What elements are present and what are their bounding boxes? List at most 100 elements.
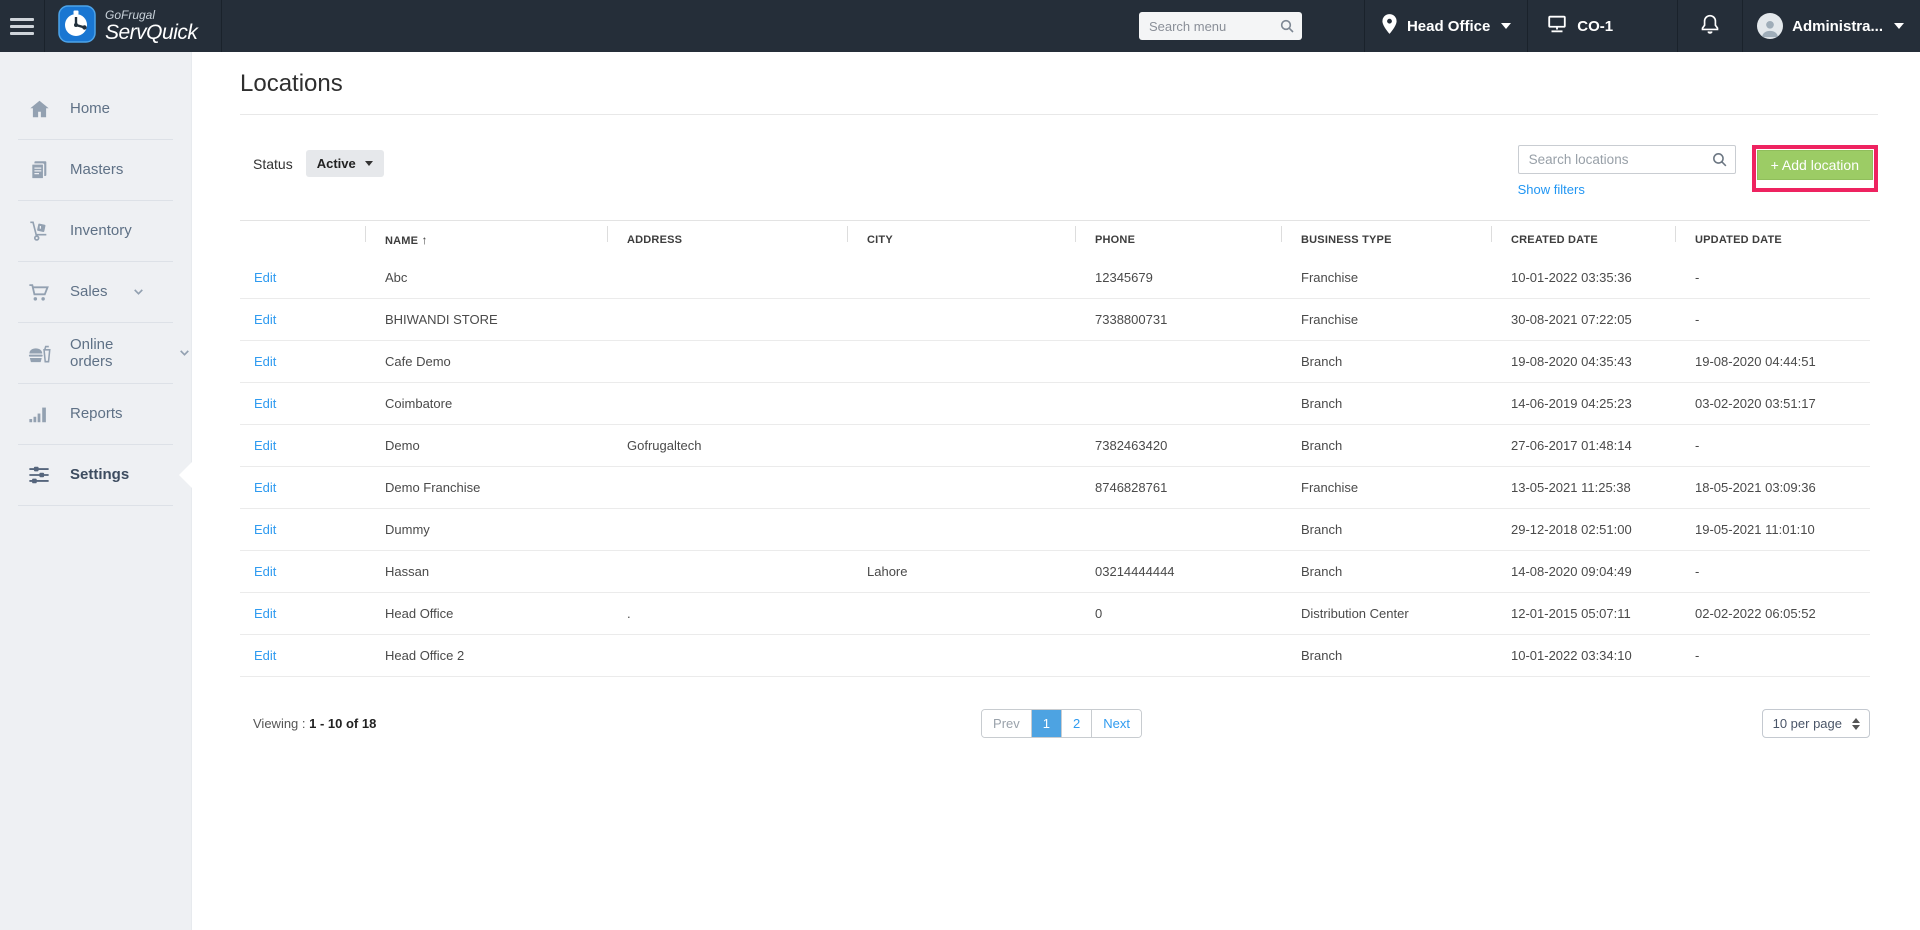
- cell-business_type: Branch: [1281, 382, 1491, 425]
- page-button-1[interactable]: 1: [1030, 710, 1061, 737]
- edit-link[interactable]: Edit: [254, 438, 276, 453]
- edit-cell: Edit: [240, 298, 365, 341]
- cell-city: Lahore: [847, 550, 1075, 593]
- table-row: Edit Head Office. 0 Distribution Center 12-0…: [240, 592, 1870, 635]
- edit-link[interactable]: Edit: [254, 270, 276, 285]
- cell-updated_date: 18-05-2021 03:09:36: [1675, 466, 1870, 509]
- locations-search: [1517, 145, 1736, 174]
- pagination: Prev 1 2 Next: [981, 709, 1142, 738]
- column-header-created-date[interactable]: CREATED DATE: [1491, 220, 1675, 257]
- column-header-label: UPDATED DATE: [1695, 234, 1782, 246]
- page-title: Locations: [240, 70, 343, 97]
- sidebar-item-label: Reports: [70, 405, 123, 422]
- sidebar-item-settings[interactable]: Settings: [0, 444, 192, 506]
- topbar: GoFrugal ServQuick Head Office CO-1: [0, 0, 1920, 52]
- search-icon: [1279, 18, 1295, 39]
- cell-created_date: 10-01-2022 03:34:10: [1491, 634, 1675, 677]
- page-button-2[interactable]: 2: [1061, 710, 1092, 737]
- column-header-phone[interactable]: PHONE: [1075, 220, 1281, 257]
- cell-created_date: 19-08-2020 04:35:43: [1491, 340, 1675, 383]
- status-filter: Status Active: [253, 150, 384, 177]
- table-row: Edit Demo Gofrugaltech 7382463420 Branch 27-0…: [240, 424, 1870, 467]
- user-name: Administra...: [1792, 17, 1883, 35]
- sidebar-item-sales[interactable]: Sales: [0, 261, 191, 322]
- cell-city: [847, 634, 1075, 677]
- edit-cell: Edit: [240, 382, 365, 425]
- column-header-city[interactable]: CITY: [847, 220, 1075, 257]
- edit-link[interactable]: Edit: [254, 354, 276, 369]
- cell-phone: 8746828761: [1075, 466, 1281, 509]
- cell-city: [847, 592, 1075, 635]
- list-footer: Viewing : 1 - 10 of 18 Prev 1 2 Next 10 per…: [240, 709, 1870, 738]
- column-header-updated-date[interactable]: UPDATED DATE: [1675, 220, 1870, 257]
- cell-address: [607, 508, 847, 551]
- table-row: Edit Head Office 2 Branch 10-01-2022 03:34:…: [240, 634, 1870, 677]
- column-header-name[interactable]: NAME ↑: [365, 220, 607, 257]
- cell-city: [847, 424, 1075, 467]
- cell-name: Demo: [365, 424, 607, 467]
- title-divider: [240, 114, 1878, 115]
- cell-phone: [1075, 634, 1281, 677]
- cell-updated_date: -: [1675, 550, 1870, 593]
- edit-cell: Edit: [240, 592, 365, 635]
- viewing-range: 1 - 10 of 18: [309, 716, 377, 731]
- column-header-address[interactable]: ADDRESS: [607, 220, 847, 257]
- cell-address: [607, 634, 847, 677]
- sidebar-item-inventory[interactable]: Inventory: [0, 200, 191, 261]
- edit-link[interactable]: Edit: [254, 606, 276, 621]
- cell-name: Cafe Demo: [365, 340, 607, 383]
- locations-search-input[interactable]: [1517, 145, 1736, 174]
- sales-cart-icon: [26, 281, 52, 303]
- edit-link[interactable]: Edit: [254, 396, 276, 411]
- cell-phone: 12345679: [1075, 257, 1281, 299]
- chevron-down-icon: [178, 346, 191, 359]
- cell-address: [607, 466, 847, 509]
- cell-phone: 7382463420: [1075, 424, 1281, 467]
- cell-business_type: Distribution Center: [1281, 592, 1491, 635]
- sidebar-item-home[interactable]: Home: [0, 78, 191, 139]
- add-location-button[interactable]: + Add location: [1756, 150, 1873, 180]
- edit-link[interactable]: Edit: [254, 312, 276, 327]
- sidebar-item-masters[interactable]: Masters: [0, 139, 191, 200]
- edit-link[interactable]: Edit: [254, 522, 276, 537]
- edit-link[interactable]: Edit: [254, 480, 276, 495]
- cell-name: Demo Franchise: [365, 466, 607, 509]
- next-button[interactable]: Next: [1091, 710, 1141, 737]
- reports-icon: [26, 403, 52, 425]
- column-header-label: NAME: [385, 235, 419, 247]
- location-selector[interactable]: Head Office: [1365, 0, 1527, 52]
- hamburger-menu-icon[interactable]: [0, 0, 44, 52]
- column-header-label: BUSINESS TYPE: [1301, 234, 1392, 246]
- edit-link[interactable]: Edit: [254, 648, 276, 663]
- add-location-highlight: + Add location: [1751, 145, 1878, 192]
- cell-phone: 7338800731: [1075, 298, 1281, 341]
- column-header-business-type[interactable]: BUSINESS TYPE: [1281, 220, 1491, 257]
- status-dropdown[interactable]: Active: [305, 150, 384, 177]
- table-row: Edit Hassan Lahore 03214444444 Branch 14-08-2…: [240, 550, 1870, 593]
- cell-business_type: Franchise: [1281, 466, 1491, 509]
- caret-down-icon: [1894, 23, 1904, 29]
- terminal-selector[interactable]: CO-1: [1528, 0, 1677, 52]
- cell-city: [847, 257, 1075, 299]
- location-pin-icon: [1381, 13, 1398, 39]
- cell-created_date: 30-08-2021 07:22:05: [1491, 298, 1675, 341]
- table-row: Edit Abc 12345679 Franchise 10-01-2022 03:35…: [240, 257, 1870, 299]
- edit-cell: Edit: [240, 424, 365, 467]
- home-icon: [26, 98, 52, 120]
- prev-button[interactable]: Prev: [982, 710, 1031, 737]
- menu-search-input[interactable]: [1138, 12, 1302, 40]
- user-menu[interactable]: Administra...: [1743, 0, 1920, 52]
- sidebar-item-reports[interactable]: Reports: [0, 383, 191, 444]
- show-filters-link[interactable]: Show filters: [1518, 182, 1736, 197]
- sidebar-item-online-orders[interactable]: Online orders: [0, 322, 191, 383]
- cell-city: [847, 466, 1075, 509]
- column-header-edit: [240, 220, 365, 257]
- sidebar-item-label: Inventory: [70, 222, 132, 239]
- viewing-summary: Viewing : 1 - 10 of 18: [253, 716, 981, 731]
- cell-created_date: 13-05-2021 11:25:38: [1491, 466, 1675, 509]
- edit-link[interactable]: Edit: [254, 564, 276, 579]
- terminal-name: CO-1: [1577, 17, 1614, 35]
- per-page-select[interactable]: 10 per page: [1761, 709, 1870, 738]
- notifications-button[interactable]: [1678, 0, 1742, 52]
- cell-name: Head Office 2: [365, 634, 607, 677]
